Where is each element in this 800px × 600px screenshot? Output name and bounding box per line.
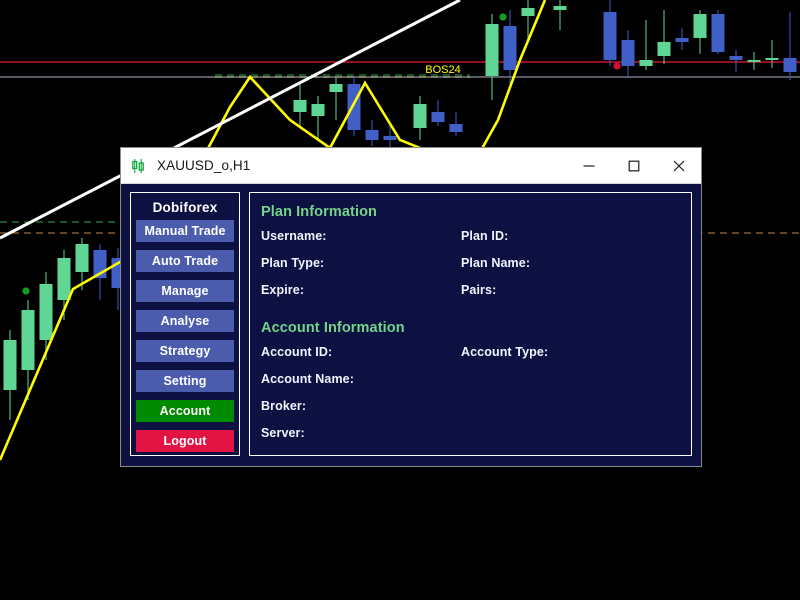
bos24-annotation-label: BOS24 [425, 64, 460, 76]
field-plan-id-label: Plan ID: [461, 229, 509, 243]
field-spacer-3 [461, 426, 680, 440]
minimize-button[interactable] [566, 148, 611, 183]
account-details-panel: Plan Information Username: Plan ID: Plan… [249, 192, 692, 456]
field-spacer-2 [461, 399, 680, 413]
account-information-fields: Account ID: Account Type: Account Name: … [261, 345, 680, 440]
plan-information-heading: Plan Information [261, 204, 377, 220]
field-broker: Broker: [261, 399, 461, 413]
field-account-type: Account Type: [461, 345, 680, 359]
candlestick-icon [132, 158, 144, 173]
window-title-bar[interactable]: XAUUSD_o,H1 [121, 148, 701, 184]
sidebar-item-logout[interactable]: Logout [136, 430, 234, 452]
minimize-icon [583, 164, 594, 167]
account-information-heading: Account Information [261, 320, 405, 336]
plan-information-fields: Username: Plan ID: Plan Type: Plan Name:… [261, 229, 680, 297]
field-spacer-1 [461, 372, 680, 386]
maximize-icon [628, 160, 639, 171]
sidebar-item-account[interactable]: Account [136, 400, 234, 422]
field-account-id-label: Account ID: [261, 345, 333, 359]
window-controls [566, 148, 701, 183]
field-expire: Expire: [261, 283, 461, 297]
brand-title: Dobiforex [152, 200, 218, 215]
field-plan-type: Plan Type: [261, 256, 461, 270]
sidebar-item-manual-trade[interactable]: Manual Trade [136, 220, 234, 242]
sidebar-nav: Dobiforex Manual Trade Auto Trade Manage… [130, 192, 240, 456]
field-pairs: Pairs: [461, 283, 680, 297]
field-username-label: Username: [261, 229, 327, 243]
close-icon [673, 160, 684, 171]
field-broker-label: Broker: [261, 399, 307, 413]
close-button[interactable] [656, 148, 701, 183]
sidebar-item-analyse[interactable]: Analyse [136, 310, 234, 332]
field-expire-label: Expire: [261, 283, 305, 297]
sidebar-item-auto-trade[interactable]: Auto Trade [136, 250, 234, 272]
field-account-id: Account ID: [261, 345, 461, 359]
field-account-type-label: Account Type: [461, 345, 549, 359]
field-account-name-label: Account Name: [261, 372, 354, 386]
sidebar-item-setting[interactable]: Setting [136, 370, 234, 392]
field-plan-type-label: Plan Type: [261, 256, 325, 270]
window-body: Dobiforex Manual Trade Auto Trade Manage… [121, 184, 701, 466]
window-title: XAUUSD_o,H1 [157, 158, 251, 173]
field-server: Server: [261, 426, 461, 440]
field-plan-name: Plan Name: [461, 256, 680, 270]
sidebar-item-manage[interactable]: Manage [136, 280, 234, 302]
field-username: Username: [261, 229, 461, 243]
field-account-name: Account Name: [261, 372, 461, 386]
sidebar-item-strategy[interactable]: Strategy [136, 340, 234, 362]
field-pairs-label: Pairs: [461, 283, 497, 297]
dobiforex-window: XAUUSD_o,H1 Dobiforex Manual Trade Auto … [120, 147, 702, 467]
field-plan-id: Plan ID: [461, 229, 680, 243]
field-server-label: Server: [261, 426, 305, 440]
field-plan-name-label: Plan Name: [461, 256, 531, 270]
maximize-button[interactable] [611, 148, 656, 183]
